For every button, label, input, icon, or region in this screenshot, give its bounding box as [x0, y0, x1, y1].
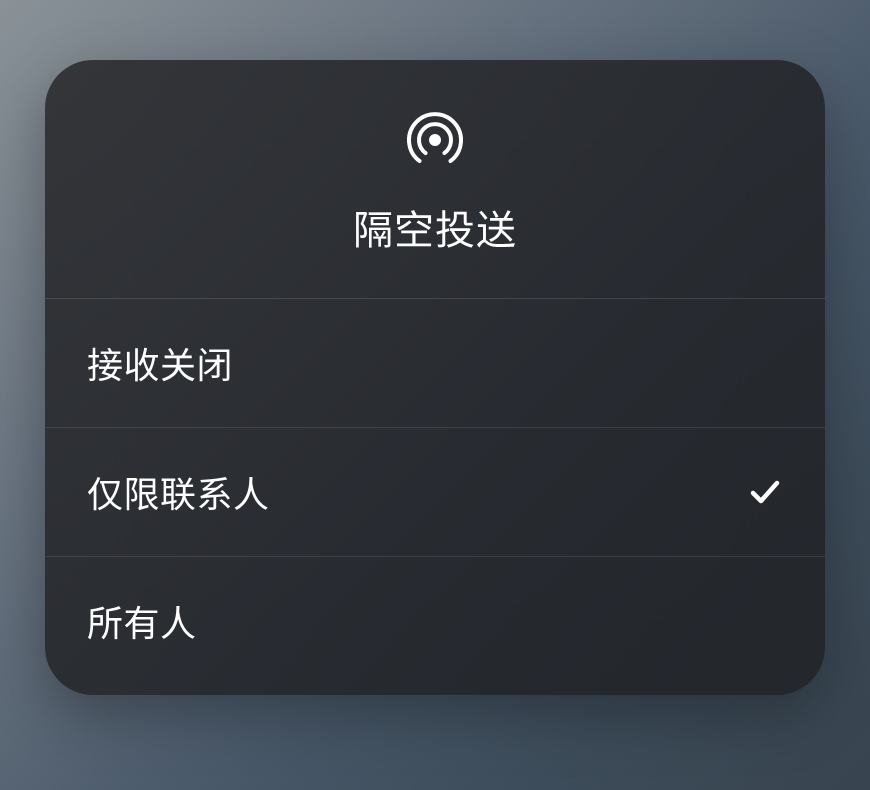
option-receiving-off[interactable]: 接收关闭: [45, 299, 825, 428]
blurred-background: 隔空投送 接收关闭 仅限联系人: [0, 0, 870, 790]
option-contacts-only[interactable]: 仅限联系人: [45, 428, 825, 557]
option-everyone[interactable]: 所有人: [45, 557, 825, 695]
panel-title: 隔空投送: [353, 198, 517, 256]
option-label: 所有人: [87, 595, 197, 647]
option-label: 仅限联系人: [87, 466, 270, 518]
options-list: 接收关闭 仅限联系人 所有人: [45, 299, 825, 695]
panel-header: 隔空投送: [45, 60, 825, 299]
airdrop-settings-panel: 隔空投送 接收关闭 仅限联系人: [45, 60, 825, 695]
airdrop-icon: [405, 110, 465, 170]
option-label: 接收关闭: [87, 337, 233, 389]
checkmark-icon: [747, 474, 783, 510]
